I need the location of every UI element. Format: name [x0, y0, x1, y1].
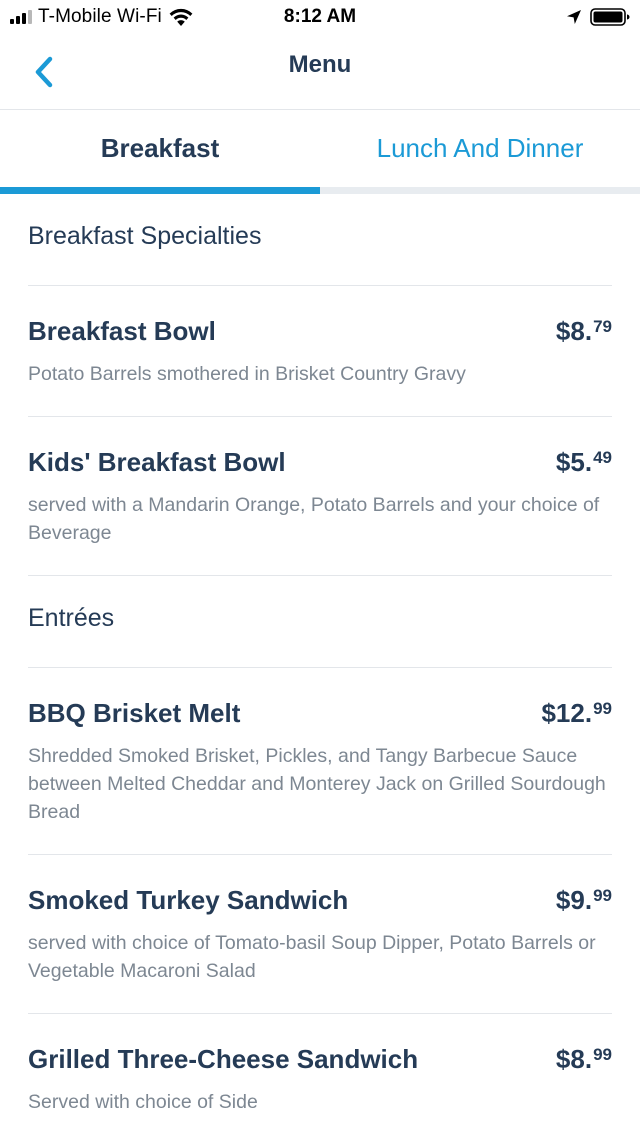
item-name: BBQ Brisket Melt [28, 698, 241, 728]
status-time: 8:12 AM [283, 6, 357, 27]
status-right [566, 6, 630, 28]
menu-list: Breakfast Specialties Breakfast Bowl $8.… [0, 194, 640, 1138]
price-dollars: $9. [555, 885, 593, 915]
tab-lunch-and-dinner[interactable]: Lunch And Dinner [320, 110, 640, 194]
nav-bar: Menu [0, 36, 640, 110]
menu-item-kids-breakfast-bowl[interactable]: Kids' Breakfast Bowl $5.49 served with a… [28, 417, 612, 576]
price-dollars: $5. [555, 447, 593, 477]
item-price: $5.49 [556, 447, 612, 478]
price-dollars: $12. [541, 698, 593, 728]
price-cents: 99 [593, 699, 612, 718]
item-name: Breakfast Bowl [28, 316, 216, 346]
menu-item-breakfast-bowl[interactable]: Breakfast Bowl $8.79 Potato Barrels smot… [28, 286, 612, 417]
item-description: Shredded Smoked Brisket, Pickles, and Ta… [28, 745, 606, 823]
section-title: Entrées [28, 604, 115, 632]
item-price: $8.99 [556, 1044, 612, 1075]
section-header: Entrées [28, 576, 612, 668]
tab-label: Breakfast [100, 133, 220, 163]
item-name: Kids' Breakfast Bowl [28, 447, 286, 477]
price-dollars: $8. [555, 1044, 593, 1074]
price-cents: 99 [593, 886, 612, 905]
item-description: Served with choice of Side [28, 1091, 258, 1113]
item-description: served with a Mandarin Orange, Potato Ba… [28, 494, 600, 544]
tab-inactive-indicator [320, 187, 640, 194]
section-header: Breakfast Specialties [28, 194, 612, 286]
page-title: Menu [288, 51, 352, 78]
chevron-left-icon [35, 56, 53, 88]
item-price: $12.99 [541, 698, 612, 729]
item-price: $8.79 [556, 316, 612, 347]
section-title: Breakfast Specialties [28, 222, 262, 250]
status-bar: T-Mobile Wi-Fi 8:12 AM [0, 0, 640, 36]
tab-label: Lunch And Dinner [376, 133, 584, 163]
battery-icon [590, 8, 630, 26]
menu-item-smoked-turkey-sandwich[interactable]: Smoked Turkey Sandwich $9.99 served with… [28, 855, 612, 1014]
item-description: Potato Barrels smothered in Brisket Coun… [28, 363, 466, 385]
item-name: Smoked Turkey Sandwich [28, 885, 349, 915]
price-cents: 79 [593, 317, 612, 336]
menu-tabs: Breakfast Lunch And Dinner [0, 110, 640, 194]
menu-item-grilled-three-cheese-sandwich[interactable]: Grilled Three-Cheese Sandwich $8.99 Serv… [28, 1014, 612, 1138]
tab-breakfast[interactable]: Breakfast [0, 110, 320, 194]
item-price: $9.99 [556, 885, 612, 916]
back-button[interactable] [22, 50, 66, 94]
tab-active-indicator [0, 187, 320, 194]
item-name: Grilled Three-Cheese Sandwich [28, 1044, 419, 1074]
item-description: served with choice of Tomato-basil Soup … [28, 932, 596, 982]
menu-item-bbq-brisket-melt[interactable]: BBQ Brisket Melt $12.99 Shredded Smoked … [28, 668, 612, 855]
price-cents: 49 [593, 448, 612, 467]
location-arrow-icon [567, 10, 581, 24]
price-dollars: $8. [555, 316, 593, 346]
price-cents: 99 [593, 1045, 612, 1064]
